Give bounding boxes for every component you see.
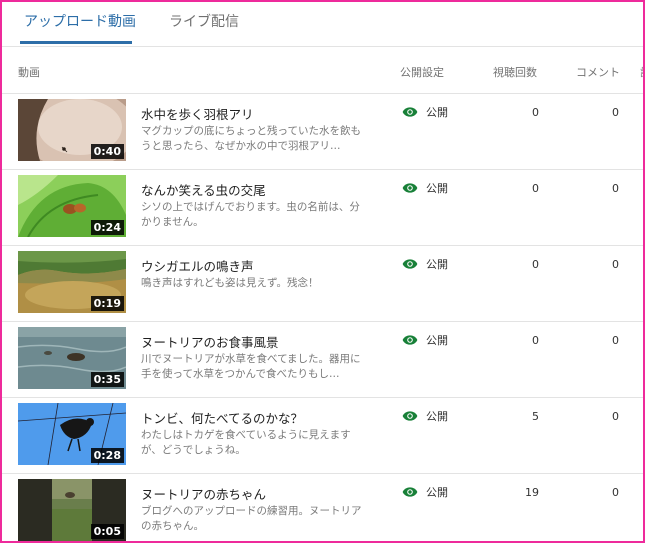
video-row[interactable]: 0:24 なんか笑える虫の交尾 シソの上ではげんでおります。虫の名前は、分かりま… xyxy=(2,170,643,246)
comment-count: 0 xyxy=(612,182,619,195)
video-thumbnail[interactable]: 0:24 xyxy=(18,175,126,237)
video-duration: 0:35 xyxy=(90,372,124,387)
view-count: 19 xyxy=(525,486,539,499)
visibility-label: 公開 xyxy=(426,182,448,195)
video-description: 川でヌートリアが水草を食べてました。器用に手を使って水草をつかんで食べたりもし… xyxy=(141,353,361,380)
column-video: 動画 xyxy=(18,66,40,79)
visibility-label: 公開 xyxy=(426,334,448,347)
video-duration: 0:24 xyxy=(90,220,124,235)
active-tab-indicator xyxy=(20,41,132,44)
video-row[interactable]: 0:05 ヌートリアの赤ちゃん ブログへのアップロードの練習用。ヌートリアの赤ち… xyxy=(2,474,643,541)
video-duration: 0:40 xyxy=(90,144,124,159)
video-title[interactable]: 水中を歩く羽根アリ xyxy=(141,104,254,123)
video-title[interactable]: トンビ、何たべてるのかな？ xyxy=(141,408,303,427)
tab-uploads[interactable]: アップロード動画 xyxy=(24,2,136,46)
eye-icon xyxy=(402,487,418,497)
visibility-status[interactable]: 公開 xyxy=(402,484,448,500)
comment-count: 0 xyxy=(612,334,619,347)
eye-icon xyxy=(402,183,418,193)
column-comments[interactable]: コメント xyxy=(576,64,620,80)
comment-count: 0 xyxy=(612,258,619,271)
video-description: 鳴き声はすれども姿は見えず。残念！ xyxy=(141,277,319,289)
view-count: 0 xyxy=(532,106,539,119)
view-count: 5 xyxy=(532,410,539,423)
view-count: 0 xyxy=(532,334,539,347)
eye-icon xyxy=(402,107,418,117)
video-thumbnail[interactable]: 0:35 xyxy=(18,327,126,389)
video-thumbnail[interactable]: 0:05 xyxy=(18,479,126,541)
visibility-status[interactable]: 公開 xyxy=(402,104,448,120)
video-description: ブログへのアップロードの練習用。ヌートリアの赤ちゃん。 xyxy=(141,505,362,532)
table-header: 動画 公開設定 視聴回数 コメント 評 xyxy=(2,47,643,94)
video-row[interactable]: 0:19 ウシガエルの鳴き声 鳴き声はすれども姿は見えず。残念！ 公開 0 0 xyxy=(2,246,643,322)
view-count: 0 xyxy=(532,182,539,195)
eye-icon xyxy=(402,259,418,269)
comment-count: 0 xyxy=(612,486,619,499)
tab-live[interactable]: ライブ配信 xyxy=(169,2,239,46)
view-count: 0 xyxy=(532,258,539,271)
video-thumbnail[interactable]: 0:19 xyxy=(18,251,126,313)
video-duration: 0:19 xyxy=(90,296,124,311)
video-row[interactable]: 0:40 水中を歩く羽根アリ マグカップの底にちょっと残っていた水を飲もうと思っ… xyxy=(2,94,643,170)
video-duration: 0:28 xyxy=(90,448,124,463)
visibility-status[interactable]: 公開 xyxy=(402,180,448,196)
column-views[interactable]: 視聴回数 xyxy=(493,64,537,80)
video-title[interactable]: ヌートリアのお食事風景 xyxy=(141,332,279,351)
video-thumbnail[interactable]: 0:28 xyxy=(18,403,126,465)
video-duration: 0:05 xyxy=(90,524,124,539)
video-title[interactable]: ウシガエルの鳴き声 xyxy=(141,256,254,275)
visibility-label: 公開 xyxy=(426,106,448,119)
column-visibility[interactable]: 公開設定 xyxy=(400,64,444,80)
video-row[interactable]: 0:35 ヌートリアのお食事風景 川でヌートリアが水草を食べてました。器用に手を… xyxy=(2,322,643,398)
visibility-status[interactable]: 公開 xyxy=(402,256,448,272)
visibility-label: 公開 xyxy=(426,258,448,271)
content-tabs: アップロード動画 ライブ配信 xyxy=(2,2,643,47)
visibility-status[interactable]: 公開 xyxy=(402,332,448,348)
video-title[interactable]: ヌートリアの赤ちゃん xyxy=(141,484,266,503)
video-description: わたしはトカゲを食べているように見えますが、どうでしょうね。 xyxy=(141,429,351,456)
column-ratings[interactable]: 評 xyxy=(640,64,643,80)
studio-content-panel: アップロード動画 ライブ配信 動画 公開設定 視聴回数 コメント 評 0:40 … xyxy=(0,0,645,543)
comment-count: 0 xyxy=(612,106,619,119)
video-row[interactable]: 0:28 トンビ、何たべてるのかな？ わたしはトカゲを食べているように見えますが… xyxy=(2,398,643,474)
visibility-label: 公開 xyxy=(426,486,448,499)
visibility-label: 公開 xyxy=(426,410,448,423)
video-description: マグカップの底にちょっと残っていた水を飲もうと思ったら、なぜか水の中で羽根アリ… xyxy=(141,125,361,152)
video-thumbnail[interactable]: 0:40 xyxy=(18,99,126,161)
eye-icon xyxy=(402,411,418,421)
video-title[interactable]: なんか笑える虫の交尾 xyxy=(141,180,266,199)
comment-count: 0 xyxy=(612,410,619,423)
eye-icon xyxy=(402,335,418,345)
video-description: シソの上ではげんでおります。虫の名前は、分かりません。 xyxy=(141,201,360,228)
visibility-status[interactable]: 公開 xyxy=(402,408,448,424)
